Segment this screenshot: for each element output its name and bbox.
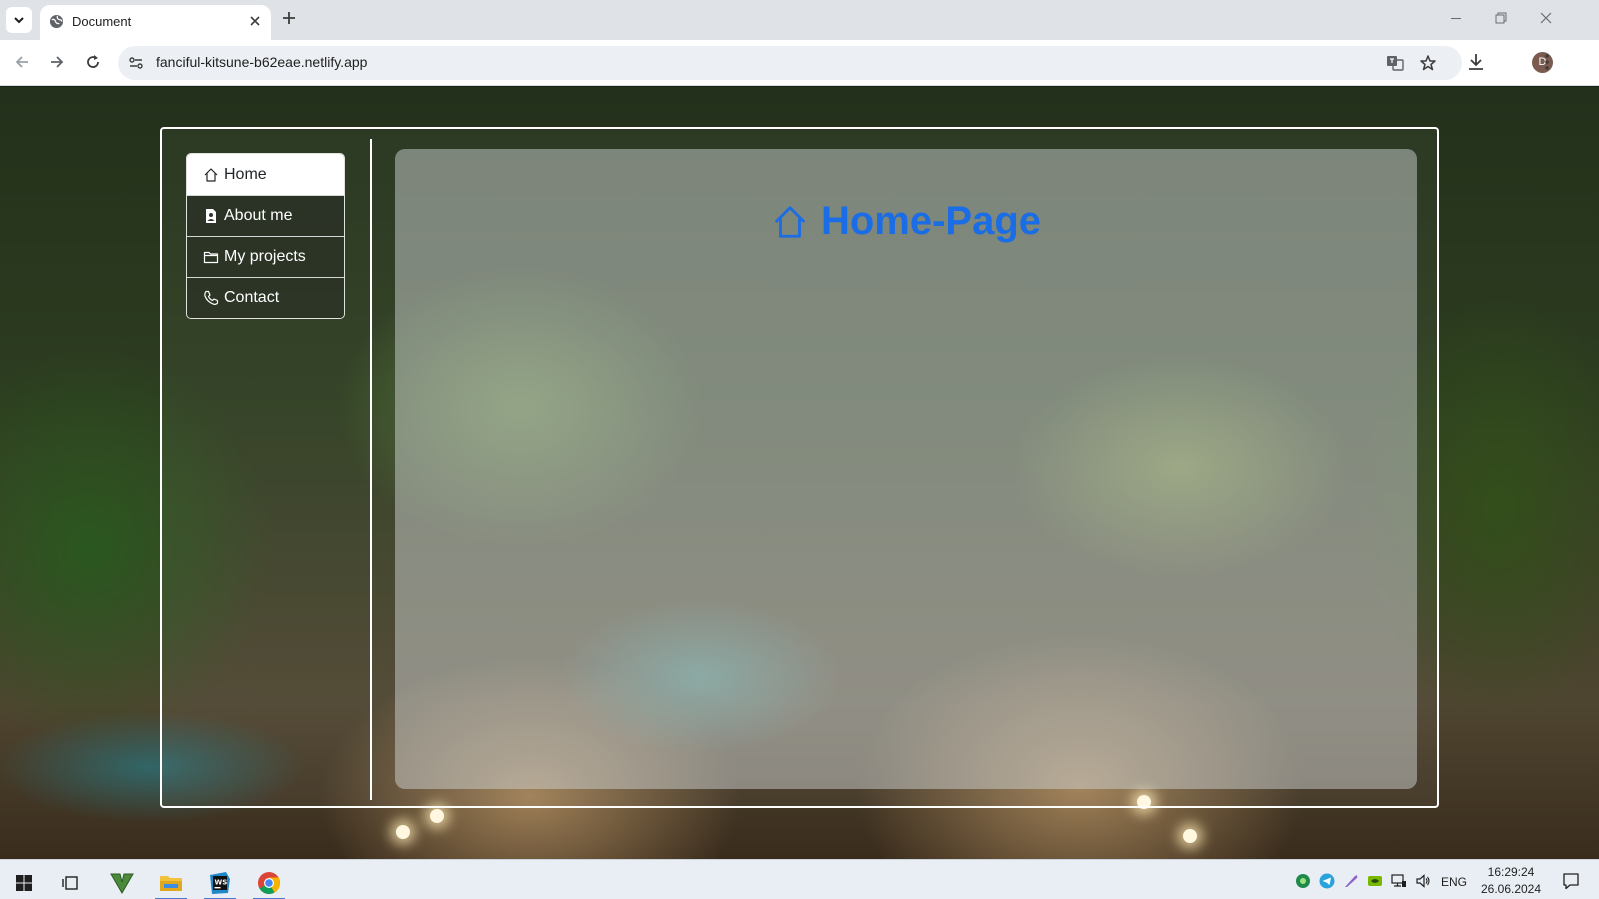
reload-icon[interactable] <box>84 53 102 71</box>
more-options-icon[interactable] <box>1541 52 1553 72</box>
star-icon[interactable] <box>1419 54 1437 72</box>
page-title: Home-Page <box>395 199 1417 244</box>
nav-item-about-me[interactable]: About me <box>187 195 344 236</box>
telegram-icon[interactable] <box>1319 873 1335 889</box>
vim-app-button[interactable] <box>102 866 142 899</box>
background-light <box>430 809 444 823</box>
svg-text:WS: WS <box>215 879 228 887</box>
house-icon <box>774 205 806 238</box>
back-arrow-icon[interactable] <box>13 53 31 71</box>
nav-item-label: Home <box>224 165 267 183</box>
browser-tab[interactable]: Document <box>40 5 271 40</box>
telephone-icon <box>204 290 219 305</box>
address-bar[interactable]: fanciful-kitsune-b62eae.netlify.app <box>118 46 1462 80</box>
windows-logo-icon <box>16 875 32 891</box>
page-title-text: Home-Page <box>820 199 1042 243</box>
volume-icon[interactable] <box>1415 873 1431 889</box>
windows-taskbar: WS ENG 16:29:24 26.06.2024 <box>0 859 1599 899</box>
restore-icon[interactable] <box>1494 11 1508 25</box>
vertical-divider <box>370 139 372 800</box>
new-tab-icon[interactable] <box>281 10 297 26</box>
browser-toolbar: fanciful-kitsune-b62eae.netlify.app D <box>0 40 1599 86</box>
close-window-icon[interactable] <box>1539 11 1553 25</box>
clock-time: 16:29:24 <box>1487 865 1535 879</box>
network-app-tray-icon[interactable] <box>1295 873 1311 889</box>
nav-item-label: My projects <box>224 248 306 265</box>
feather-icon[interactable] <box>1343 873 1359 889</box>
chevron-down-icon <box>14 17 24 24</box>
background-light <box>1183 829 1197 843</box>
system-clock[interactable]: 16:29:24 26.06.2024 <box>1476 864 1546 898</box>
nav-item-label: Contact <box>224 289 280 306</box>
chrome-app-button[interactable] <box>249 866 289 899</box>
webstorm-icon: WS <box>210 872 230 894</box>
page-frame: Home About me My projects Contact Home-P… <box>160 127 1439 808</box>
url-text: fanciful-kitsune-b62eae.netlify.app <box>156 54 368 70</box>
main-content-panel: Home-Page <box>395 149 1417 789</box>
file-person-icon <box>206 209 216 223</box>
folder-icon <box>203 251 219 264</box>
start-button[interactable] <box>4 866 44 899</box>
network-icon[interactable] <box>1391 873 1407 889</box>
site-settings-icon[interactable] <box>128 55 144 71</box>
forward-arrow-icon[interactable] <box>48 53 66 71</box>
page-viewport: Home About me My projects Contact Home-P… <box>0 87 1599 859</box>
notification-center-icon[interactable] <box>1562 872 1580 890</box>
tab-title: Document <box>72 14 132 29</box>
folder-icon <box>160 876 182 891</box>
background-light <box>396 825 410 839</box>
globe-icon <box>49 14 64 29</box>
nav-item-contact[interactable]: Contact <box>187 277 344 318</box>
house-icon <box>204 167 218 182</box>
minimize-icon[interactable] <box>1449 11 1463 25</box>
task-view-icon <box>62 876 78 890</box>
chrome-icon <box>258 872 280 894</box>
nvidia-icon[interactable] <box>1367 873 1383 889</box>
tab-strip: Document <box>0 0 1599 40</box>
webstorm-app-button[interactable]: WS <box>200 866 240 899</box>
translate-icon[interactable] <box>1386 54 1404 72</box>
file-explorer-button[interactable] <box>151 866 191 899</box>
nav-item-label: About me <box>224 207 293 224</box>
input-language[interactable]: ENG <box>1441 875 1467 889</box>
nav-item-my-projects[interactable]: My projects <box>187 236 344 277</box>
vim-icon <box>110 873 134 894</box>
nav-item-home[interactable]: Home <box>187 154 344 195</box>
task-view-button[interactable] <box>51 866 91 899</box>
close-icon[interactable] <box>249 15 261 27</box>
download-icon[interactable] <box>1467 52 1485 72</box>
sidebar-nav: Home About me My projects Contact <box>186 153 345 319</box>
clock-date: 26.06.2024 <box>1480 882 1542 896</box>
tab-search-button[interactable] <box>6 7 32 33</box>
